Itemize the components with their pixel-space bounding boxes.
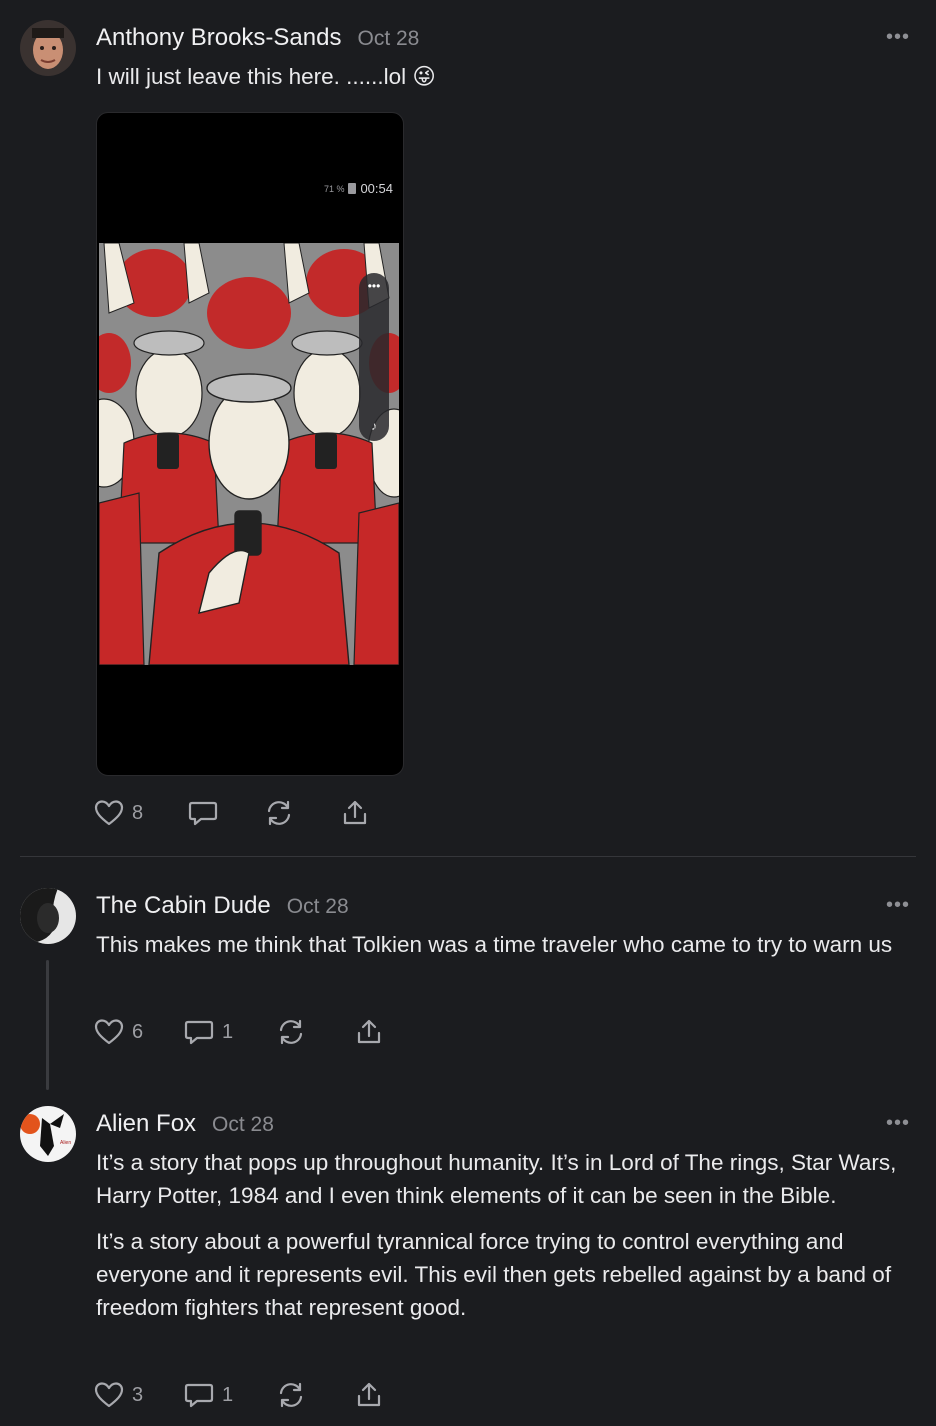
author-name[interactable]: Anthony Brooks-Sands bbox=[96, 24, 341, 52]
post-date[interactable]: Oct 28 bbox=[287, 895, 349, 919]
post-actions: 6 1 bbox=[94, 1014, 384, 1050]
restack-icon bbox=[279, 1019, 303, 1045]
comment-button[interactable]: 1 bbox=[184, 1018, 276, 1046]
share-button[interactable] bbox=[354, 1381, 384, 1409]
status-bar: 71 % 00:54 bbox=[324, 181, 393, 196]
post-video[interactable]: 71 % 00:54 ••• ♪ bbox=[96, 112, 404, 776]
video-frame-image bbox=[99, 243, 399, 665]
thread-line bbox=[46, 960, 49, 1090]
restack-button[interactable] bbox=[276, 1381, 354, 1409]
restack-button[interactable] bbox=[264, 799, 340, 827]
share-button[interactable] bbox=[354, 1018, 384, 1046]
post-header: Anthony Brooks-Sands Oct 28 bbox=[96, 24, 419, 52]
post-paragraph: I will just leave this here. ......lol 😜 bbox=[96, 64, 436, 89]
post-text: I will just leave this here. ......lol 😜 bbox=[96, 60, 912, 106]
share-button[interactable] bbox=[340, 799, 370, 827]
battery-icon bbox=[348, 183, 357, 194]
more-icon[interactable]: ••• bbox=[886, 27, 910, 47]
post-paragraph: It’s a story about a powerful tyrannical… bbox=[96, 1229, 892, 1320]
heart-icon bbox=[94, 1019, 124, 1045]
post-actions: 3 1 bbox=[94, 1377, 384, 1413]
share-icon bbox=[343, 800, 367, 825]
video-scrubber[interactable]: ••• ♪ bbox=[359, 273, 389, 441]
more-icon[interactable]: ••• bbox=[886, 1113, 910, 1133]
post-text: This makes me think that Tolkien was a t… bbox=[96, 928, 912, 974]
post-actions: 8 bbox=[94, 795, 370, 831]
svg-text:Alien: Alien bbox=[60, 1140, 71, 1146]
restack-button[interactable] bbox=[276, 1018, 354, 1046]
share-icon bbox=[357, 1019, 381, 1044]
post-paragraph: It’s a story that pops up throughout hum… bbox=[96, 1150, 897, 1208]
author-name[interactable]: Alien Fox bbox=[96, 1110, 196, 1138]
heart-icon bbox=[94, 1382, 124, 1408]
comment-icon bbox=[184, 1020, 214, 1045]
restack-icon bbox=[267, 800, 291, 826]
more-icon[interactable]: ••• bbox=[359, 279, 389, 293]
share-icon bbox=[357, 1382, 381, 1407]
divider bbox=[20, 856, 916, 857]
post-paragraph: This makes me think that Tolkien was a t… bbox=[96, 932, 893, 957]
avatar[interactable] bbox=[20, 20, 76, 76]
like-count: 3 bbox=[132, 1383, 144, 1406]
like-count: 8 bbox=[132, 801, 144, 824]
like-button[interactable]: 3 bbox=[94, 1381, 184, 1409]
comment-button[interactable] bbox=[188, 799, 264, 827]
avatar[interactable]: Alien bbox=[20, 1106, 76, 1162]
comment-icon bbox=[188, 801, 218, 826]
post-date[interactable]: Oct 28 bbox=[357, 27, 419, 51]
post-header: Alien Fox Oct 28 bbox=[96, 1110, 274, 1138]
post-header: The Cabin Dude Oct 28 bbox=[96, 892, 349, 920]
post-text: It’s a story that pops up throughout hum… bbox=[96, 1146, 912, 1337]
like-count: 6 bbox=[132, 1020, 144, 1043]
author-name[interactable]: The Cabin Dude bbox=[96, 892, 271, 920]
status-time: 00:54 bbox=[360, 181, 393, 196]
heart-icon bbox=[94, 800, 124, 826]
battery-percent: 71 % bbox=[323, 183, 345, 194]
like-button[interactable]: 6 bbox=[94, 1018, 184, 1046]
comment-count: 1 bbox=[222, 1020, 234, 1043]
like-button[interactable]: 8 bbox=[94, 799, 188, 827]
avatar[interactable] bbox=[20, 888, 76, 944]
music-note-icon[interactable]: ♪ bbox=[359, 419, 389, 433]
comment-icon bbox=[184, 1383, 214, 1408]
post-date[interactable]: Oct 28 bbox=[212, 1113, 274, 1137]
comment-button[interactable]: 1 bbox=[184, 1381, 276, 1409]
restack-icon bbox=[279, 1382, 303, 1408]
more-icon[interactable]: ••• bbox=[886, 895, 910, 915]
comment-count: 1 bbox=[222, 1383, 234, 1406]
